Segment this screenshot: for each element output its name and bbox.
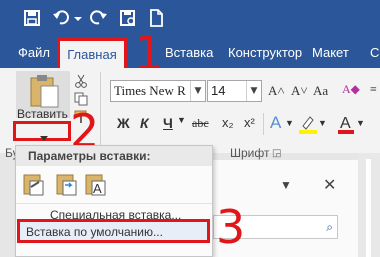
italic-button[interactable]: К [140, 115, 149, 131]
font-size-combo[interactable]: 14 ▼ [207, 80, 262, 102]
svg-text:A: A [340, 115, 351, 132]
chevron-down-icon[interactable]: ▼ [356, 118, 365, 128]
font-size-value: 14 [211, 83, 226, 98]
redo-icon[interactable] [88, 8, 110, 30]
ribbon-home: Вставить Times New R ▼ 14 ▼ A˄ A˅ Aa A◆ … [0, 68, 380, 160]
text-effects-icon[interactable]: A [270, 113, 281, 133]
bullets-icon[interactable]: ≡ [370, 82, 377, 97]
bold-button[interactable]: Ж [117, 115, 130, 131]
tab-design[interactable]: Конструктор [228, 45, 302, 60]
chevron-down-icon[interactable]: ▼ [318, 118, 327, 128]
svg-text:A: A [93, 181, 102, 196]
chevron-down-icon[interactable]: ▼ [285, 118, 294, 128]
paste-options-menu: Параметры вставки: A Специальная вставка… [15, 145, 213, 257]
grow-font-icon[interactable]: A˄ [268, 83, 285, 99]
annotation-number-3: 3 [216, 200, 246, 254]
paste-options-header: Параметры вставки: [16, 146, 212, 166]
strikethrough-button[interactable]: abc [192, 116, 209, 131]
chevron-down-icon[interactable]: ▼ [280, 178, 292, 192]
dropdown-icon[interactable] [72, 8, 84, 30]
font-group-label: Шрифт [230, 146, 270, 160]
chevron-down-icon[interactable]: ▼ [177, 115, 186, 125]
chevron-down-icon[interactable]: ▼ [246, 81, 261, 101]
default-paste-item[interactable]: Вставка по умолчанию... [17, 219, 210, 243]
keep-text-only-icon[interactable]: A [84, 173, 108, 202]
default-paste-label: Вставка по умолчанию... [26, 225, 163, 239]
divider [263, 113, 264, 135]
paste-dropdown-button[interactable] [13, 121, 71, 141]
close-icon[interactable]: ✕ [323, 175, 336, 195]
tab-truncated[interactable]: С [370, 45, 379, 60]
superscript-button[interactable]: x² [244, 115, 255, 130]
highlight-icon[interactable] [299, 114, 317, 139]
merge-formatting-icon[interactable] [55, 173, 79, 202]
tab-file[interactable]: Файл [18, 45, 50, 60]
vertical-ruler [358, 153, 380, 257]
dialog-launcher-icon[interactable]: ◲ [272, 148, 281, 159]
subscript-button[interactable]: x₂ [222, 115, 234, 130]
change-case-icon[interactable]: Aa [313, 83, 328, 99]
keep-source-formatting-icon[interactable] [22, 173, 46, 202]
title-bar [0, 0, 380, 38]
tab-home[interactable]: Главная [57, 38, 127, 68]
search-icon[interactable]: ⌕ [326, 220, 333, 235]
underline-button[interactable]: Ч [163, 115, 173, 131]
font-name-combo[interactable]: Times New R ▼ [110, 80, 206, 102]
tab-insert[interactable]: Вставка [165, 45, 213, 60]
paste-label: Вставить [17, 107, 68, 121]
ruler-track [366, 159, 371, 257]
clear-formatting-icon[interactable]: A◆ [342, 82, 360, 97]
save-icon[interactable] [22, 8, 44, 30]
menu-divider [16, 203, 212, 204]
undo-icon[interactable] [52, 8, 74, 30]
font-name-value: Times New R [114, 83, 186, 98]
ribbon-tabs: Файл Главная Вставка Конструктор Макет С [0, 38, 380, 68]
tab-layout[interactable]: Макет [312, 45, 349, 60]
scissors-icon[interactable] [74, 74, 88, 93]
chevron-down-icon[interactable]: ▼ [190, 81, 205, 101]
font-color-icon[interactable]: A [338, 113, 354, 140]
shrink-font-icon[interactable]: A˅ [291, 83, 308, 99]
group-divider [100, 72, 101, 150]
